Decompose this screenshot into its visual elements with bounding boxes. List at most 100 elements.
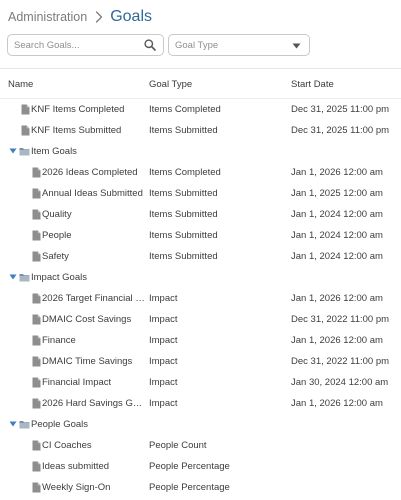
folder-icon bbox=[19, 145, 30, 157]
goal-row[interactable]: DMAIC Time Savings Impact Dec 31, 2022 11:… bbox=[0, 351, 401, 372]
goals-tree: KNF Items Completed Items Completed Dec 31… bbox=[0, 99, 401, 498]
goal-row[interactable]: Safety Items Submitted Jan 1, 2024 12:00 a… bbox=[0, 246, 401, 267]
caret-down-icon[interactable] bbox=[9, 147, 17, 155]
document-icon bbox=[31, 187, 42, 199]
goal-name[interactable]: KNF Items Submitted bbox=[31, 125, 121, 136]
chevron-right-icon bbox=[90, 9, 108, 25]
column-header-start-date[interactable]: Start Date bbox=[291, 79, 334, 90]
goal-row[interactable]: People Items Submitted Jan 1, 2024 12:00 a… bbox=[0, 225, 401, 246]
goal-start-date: Jan 1, 2024 12:00 am bbox=[291, 230, 383, 241]
goal-type: Items Submitted bbox=[149, 230, 218, 241]
goal-start-date: Dec 31, 2022 11:00 pm bbox=[291, 356, 390, 367]
document-icon bbox=[31, 292, 42, 304]
chevron-down-icon bbox=[292, 42, 301, 50]
table-header: Name Goal Type Start Date bbox=[0, 75, 401, 95]
goal-type: People Count bbox=[149, 440, 207, 451]
caret-down-icon[interactable] bbox=[9, 273, 17, 281]
goal-name[interactable]: Finance bbox=[42, 335, 76, 346]
goal-type-select[interactable]: Goal Type bbox=[168, 34, 310, 56]
goal-name[interactable]: Financial Impact bbox=[42, 377, 111, 388]
column-header-name[interactable]: Name bbox=[8, 79, 33, 90]
folder-name: Item Goals bbox=[31, 146, 77, 157]
document-icon bbox=[31, 355, 42, 367]
goal-type: People Percentage bbox=[149, 461, 230, 472]
goal-name[interactable]: Annual Ideas Submitted bbox=[42, 188, 143, 199]
goal-row[interactable]: DMAIC Cost Savings Impact Dec 31, 2022 11:… bbox=[0, 309, 401, 330]
goal-name[interactable]: Weekly Sign-On bbox=[42, 482, 110, 493]
document-icon bbox=[31, 334, 42, 346]
document-icon bbox=[20, 103, 31, 115]
breadcrumb: Administration Goals bbox=[8, 7, 152, 27]
goal-type-placeholder: Goal Type bbox=[175, 40, 219, 51]
goal-row[interactable]: 2026 Ideas Completed Items Completed Jan 1… bbox=[0, 162, 401, 183]
search-icon[interactable] bbox=[143, 38, 157, 52]
goal-type: Items Completed bbox=[149, 104, 221, 115]
goal-start-date: Dec 31, 2025 11:00 pm bbox=[291, 104, 390, 115]
goal-name[interactable]: 2026 Target Financial I... bbox=[42, 293, 145, 304]
goal-row[interactable]: Finance Impact Jan 1, 2026 12:00 am bbox=[0, 330, 401, 351]
goal-start-date: Jan 1, 2026 12:00 am bbox=[291, 293, 383, 304]
search-input[interactable] bbox=[14, 37, 139, 53]
document-icon bbox=[31, 229, 42, 241]
divider bbox=[0, 68, 401, 69]
goal-type: Impact bbox=[149, 356, 178, 367]
goal-type: Items Submitted bbox=[149, 125, 218, 136]
goal-type: People Percentage bbox=[149, 482, 230, 493]
document-icon bbox=[31, 250, 42, 262]
goal-type: Items Completed bbox=[149, 167, 221, 178]
folder-name: People Goals bbox=[31, 419, 89, 430]
goal-row[interactable]: Financial Impact Impact Jan 30, 2024 12:00… bbox=[0, 372, 401, 393]
goal-type: Impact bbox=[149, 293, 178, 304]
goal-start-date: Jan 30, 2024 12:00 am bbox=[291, 377, 389, 388]
goal-start-date: Jan 1, 2026 12:00 am bbox=[291, 335, 383, 346]
caret-down-icon[interactable] bbox=[9, 420, 17, 428]
goal-row[interactable]: KNF Items Submitted Items Submitted Dec 31… bbox=[0, 120, 401, 141]
goal-start-date: Jan 1, 2024 12:00 am bbox=[291, 209, 383, 220]
folder-icon bbox=[19, 418, 30, 430]
folder-row[interactable]: People Goals bbox=[0, 414, 401, 435]
goal-name[interactable]: 2026 Hard Savings Go... bbox=[42, 398, 145, 409]
goal-row[interactable]: 2026 Target Financial I... Impact Jan 1, 2… bbox=[0, 288, 401, 309]
goal-name[interactable]: Safety bbox=[42, 251, 69, 262]
goal-type: Impact bbox=[149, 377, 178, 388]
goal-name[interactable]: DMAIC Cost Savings bbox=[42, 314, 131, 325]
goal-type: Items Submitted bbox=[149, 209, 218, 220]
goal-start-date: Jan 1, 2025 12:00 am bbox=[291, 188, 383, 199]
goal-row[interactable]: KNF Items Completed Items Completed Dec 31… bbox=[0, 99, 401, 120]
folder-row[interactable]: Item Goals bbox=[0, 141, 401, 162]
document-icon bbox=[31, 166, 42, 178]
goal-name[interactable]: CI Coaches bbox=[42, 440, 92, 451]
breadcrumb-parent-link[interactable]: Administration bbox=[8, 10, 87, 24]
search-box bbox=[7, 34, 164, 56]
goal-row[interactable]: Weekly Sign-On People Percentage bbox=[0, 477, 401, 498]
document-icon bbox=[31, 208, 42, 220]
goal-name[interactable]: 2026 Ideas Completed bbox=[42, 167, 138, 178]
goal-name[interactable]: People bbox=[42, 230, 72, 241]
folder-name: Impact Goals bbox=[31, 272, 87, 283]
goal-row[interactable]: Quality Items Submitted Jan 1, 2024 12:00 … bbox=[0, 204, 401, 225]
goal-type: Items Submitted bbox=[149, 188, 218, 199]
page-title: Goals bbox=[110, 8, 152, 25]
folder-row[interactable]: Impact Goals bbox=[0, 267, 401, 288]
goal-type: Impact bbox=[149, 398, 178, 409]
goal-start-date: Dec 31, 2025 11:00 pm bbox=[291, 125, 390, 136]
document-icon bbox=[31, 313, 42, 325]
goal-row[interactable]: Annual Ideas Submitted Items Submitted Jan… bbox=[0, 183, 401, 204]
document-icon bbox=[31, 481, 42, 493]
goal-row[interactable]: CI Coaches People Count bbox=[0, 435, 401, 456]
goal-name[interactable]: KNF Items Completed bbox=[31, 104, 124, 115]
goal-name[interactable]: DMAIC Time Savings bbox=[42, 356, 132, 367]
goal-name[interactable]: Ideas submitted bbox=[42, 461, 109, 472]
column-header-goal-type[interactable]: Goal Type bbox=[149, 79, 192, 90]
document-icon bbox=[31, 439, 42, 451]
document-icon bbox=[31, 460, 42, 472]
goal-row[interactable]: Ideas submitted People Percentage bbox=[0, 456, 401, 477]
goal-start-date: Jan 1, 2024 12:00 am bbox=[291, 251, 383, 262]
goal-start-date: Jan 1, 2026 12:00 am bbox=[291, 167, 383, 178]
goal-type: Impact bbox=[149, 314, 178, 325]
document-icon bbox=[31, 397, 42, 409]
document-icon bbox=[20, 124, 31, 136]
goal-type: Items Submitted bbox=[149, 251, 218, 262]
goal-name[interactable]: Quality bbox=[42, 209, 72, 220]
goal-row[interactable]: 2026 Hard Savings Go... Impact Jan 1, 2026… bbox=[0, 393, 401, 414]
